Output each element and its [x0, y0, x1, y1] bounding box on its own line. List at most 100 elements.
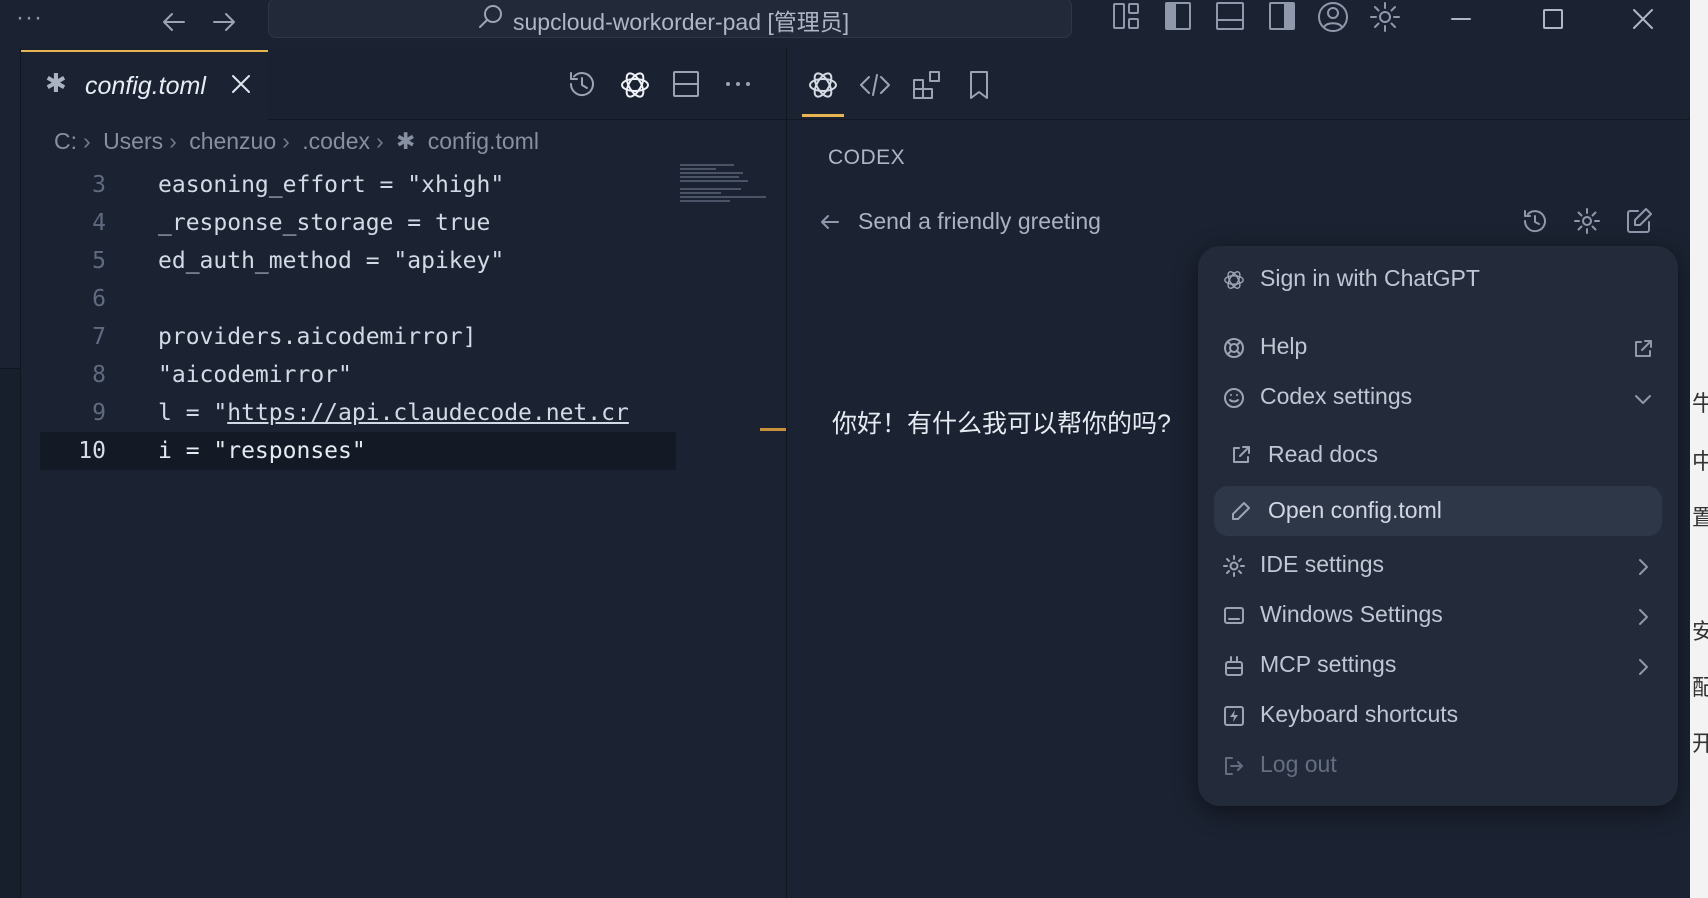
menu-item-codex-settings[interactable]: Codex settings [1222, 374, 1654, 420]
breadcrumb-item[interactable]: .codex [302, 128, 370, 154]
breadcrumb-item[interactable]: config.toml [428, 128, 539, 154]
code-line: 5 ed_auth_method = "apikey" [40, 242, 676, 280]
toggle-secondary-sidebar-icon[interactable] [1266, 0, 1302, 32]
search-icon [477, 3, 505, 31]
gear-icon [1222, 554, 1246, 578]
menu-item-keyboard-shortcuts[interactable]: Keyboard shortcuts [1222, 692, 1654, 738]
chevron-right-icon [1632, 556, 1654, 578]
pencil-icon [1230, 500, 1252, 522]
chevron-right-icon: › [83, 128, 91, 154]
back-arrow-icon[interactable] [818, 210, 842, 234]
activity-strip [0, 48, 21, 898]
line-number: 6 [92, 286, 106, 312]
code-line: 8 "aicodemirror" [40, 356, 676, 394]
breadcrumb-item[interactable]: Users [103, 128, 163, 154]
timeline-history-icon[interactable] [566, 68, 598, 100]
menu-item-label: Read docs [1268, 441, 1378, 467]
customize-layout-icon[interactable] [1110, 0, 1146, 32]
menu-item-label: Help [1260, 333, 1308, 359]
menu-item-windows-settings[interactable]: Windows Settings [1222, 592, 1654, 638]
extensions-icon[interactable] [910, 68, 944, 102]
line-number: 8 [92, 362, 106, 388]
line-number: 3 [92, 172, 106, 198]
history-icon[interactable] [1520, 206, 1550, 236]
back-arrow-icon[interactable] [158, 6, 190, 38]
line-number: 9 [92, 400, 106, 426]
menu-item-label: Log out [1260, 751, 1337, 777]
code-review-icon[interactable] [858, 68, 892, 102]
breadcrumb-item[interactable]: C: [54, 128, 77, 154]
maximize-icon[interactable] [1538, 4, 1568, 34]
close-icon[interactable] [229, 72, 253, 96]
line-number: 10 [78, 438, 106, 464]
menu-item-open-config[interactable]: Open config.toml [1214, 486, 1662, 536]
bookmark-icon[interactable] [962, 68, 996, 102]
chevron-right-icon: › [282, 128, 290, 154]
line-number: 5 [92, 248, 106, 274]
line-text: l = "https://api.claudecode.net.cr [158, 394, 629, 432]
toggle-panel-icon[interactable] [1214, 0, 1250, 32]
menu-item-label: Codex settings [1260, 383, 1413, 409]
line-text: "aicodemirror" [158, 362, 352, 388]
external-link-icon [1632, 338, 1654, 360]
openai-icon[interactable] [806, 68, 840, 102]
tab-config-toml[interactable]: ✱ config.toml [21, 50, 268, 120]
menu-item-sign-in[interactable]: Sign in with ChatGPT [1222, 256, 1654, 302]
monitor-icon [1222, 604, 1246, 628]
menu-item-ide-settings[interactable]: IDE settings [1222, 542, 1654, 588]
menu-item-read-docs[interactable]: Read docs [1222, 432, 1654, 478]
modified-indicator: ✱ [45, 68, 67, 98]
lifebuoy-icon [1222, 336, 1246, 360]
forward-arrow-icon[interactable] [208, 6, 240, 38]
account-icon[interactable] [1316, 0, 1352, 32]
breadcrumb: C: › Users › chenzuo › .codex › ✱ config.tom… [54, 128, 545, 155]
code-line: 9 l = "https://api.claudecode.net.cr [40, 394, 676, 432]
background-window-edge: 牛 中 置 安 配 开 [1690, 0, 1708, 898]
panel-section-title: CODEX [828, 146, 906, 169]
menu-item-label: Sign in with ChatGPT [1260, 265, 1480, 291]
chevron-right-icon: › [375, 128, 384, 154]
code-editor[interactable]: 3 easoning_effort = "xhigh" 4 _response_st… [40, 166, 676, 470]
edge-text: 置 [1692, 505, 1708, 530]
line-text: ed_auth_method = "apikey" [158, 248, 505, 274]
minimize-icon[interactable] [1446, 4, 1476, 34]
plug-icon [1222, 654, 1246, 678]
line-text: _response_storage = true [158, 210, 491, 236]
file-modified-icon: ✱ [396, 128, 416, 154]
menu-item-label: Windows Settings [1260, 601, 1443, 627]
settings-gear-icon[interactable] [1572, 206, 1602, 236]
command-center[interactable]: supcloud-workorder-pad [管理员] [268, 0, 1072, 38]
window-title: supcloud-workorder-pad [管理员] [513, 9, 850, 35]
close-window-icon[interactable] [1628, 4, 1658, 34]
overflow-menu-icon[interactable]: ··· [16, 4, 43, 32]
menu-item-label: Keyboard shortcuts [1260, 701, 1459, 727]
chevron-right-icon [1632, 606, 1654, 628]
toggle-primary-sidebar-icon[interactable] [1162, 0, 1198, 32]
more-actions-icon[interactable] [722, 68, 754, 100]
menu-item-label: IDE settings [1260, 551, 1384, 577]
line-number: 7 [92, 324, 106, 350]
smile-icon [1222, 386, 1246, 410]
code-line: 6 [40, 280, 676, 318]
menu-item-mcp-settings[interactable]: MCP settings [1222, 642, 1654, 688]
code-line: 3 easoning_effort = "xhigh" [40, 166, 676, 204]
menu-item-help[interactable]: Help [1222, 324, 1654, 370]
gear-icon[interactable] [1368, 0, 1404, 32]
menu-item-log-out[interactable]: Log out [1222, 742, 1654, 788]
minimap[interactable] [680, 164, 770, 204]
settings-menu: Sign in with ChatGPT Help Codex settings… [1198, 246, 1678, 806]
line-text: i = "responses" [158, 438, 366, 464]
edge-text: 牛 [1692, 391, 1708, 416]
split-editor-icon[interactable] [670, 68, 702, 100]
line-text: providers.aicodemirror] [158, 324, 477, 350]
breadcrumb-item[interactable]: chenzuo [189, 128, 276, 154]
chevron-right-icon [1632, 656, 1654, 678]
code-line: 7 providers.aicodemirror] [40, 318, 676, 356]
url-link[interactable]: https://api.claudecode.net.cr [227, 400, 629, 426]
new-chat-icon[interactable] [1624, 206, 1654, 236]
openai-icon[interactable] [618, 68, 650, 100]
openai-icon [1222, 268, 1246, 292]
line-number: 4 [92, 210, 106, 236]
line-text: easoning_effort = "xhigh" [158, 172, 505, 198]
edge-text: 中 [1692, 449, 1708, 474]
